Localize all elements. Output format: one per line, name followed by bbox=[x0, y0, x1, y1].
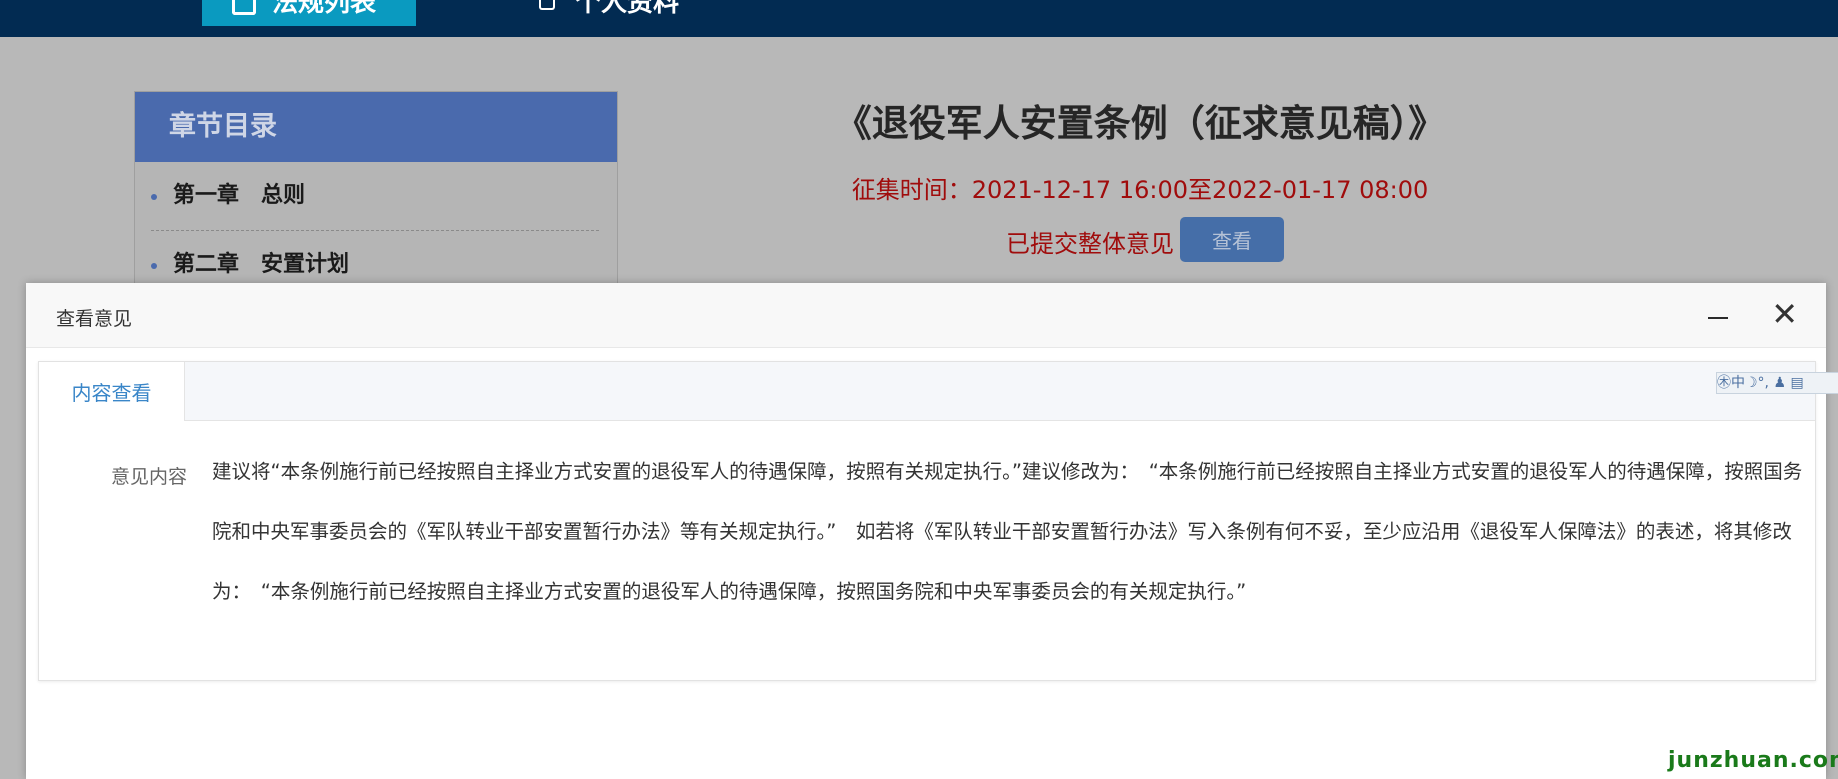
close-icon[interactable]: ✕ bbox=[1771, 297, 1798, 331]
tab-content-view[interactable]: 内容查看 bbox=[39, 362, 185, 421]
collection-time: 征集时间：2021-12-17 16:00至2022-01-17 08:00 bbox=[851, 176, 1429, 204]
dialog-header: 查看意见 ✕ bbox=[26, 283, 1826, 348]
tab-bar: 内容查看 bbox=[39, 362, 1815, 421]
site-watermark: junzhuan.com bbox=[1668, 748, 1838, 773]
dialog-title: 查看意见 bbox=[56, 308, 133, 330]
document-title: 《退役军人安置条例（征求意见稿）》 bbox=[834, 102, 1446, 145]
toc-item-label: 第二章 安置计划 bbox=[173, 252, 350, 277]
toc-heading: 章节目录 bbox=[135, 92, 617, 162]
top-nav: 法规列表 个人资料 bbox=[0, 0, 1838, 37]
content-panel: 内容查看 意见内容 建议将“本条例施行前已经按照自主择业方式安置的退役军人的待遇… bbox=[38, 361, 1816, 681]
toc-item-chapter-1[interactable]: 第一章 总则 bbox=[151, 162, 599, 231]
profile-icon bbox=[539, 0, 555, 10]
opinion-content: 建议将“本条例施行前已经按照自主择业方式安置的退役军人的待遇保障，按照有关规定执… bbox=[212, 460, 1803, 603]
bullet-icon bbox=[151, 263, 157, 269]
nav-item-label: 法规列表 bbox=[272, 0, 377, 18]
opinion-label: 意见内容 bbox=[111, 466, 188, 488]
minimize-icon[interactable] bbox=[1708, 317, 1728, 319]
submitted-status: 已提交整体意见 bbox=[1006, 230, 1174, 258]
nav-item-profile[interactable]: 个人资料 bbox=[535, 0, 735, 26]
view-opinion-button[interactable]: 查看 bbox=[1180, 217, 1284, 262]
bullet-icon bbox=[151, 194, 157, 200]
list-icon bbox=[232, 0, 256, 15]
toc-item-label: 第一章 总则 bbox=[173, 183, 306, 208]
nav-item-regulations[interactable]: 法规列表 bbox=[202, 0, 416, 26]
view-opinion-dialog: 查看意见 ✕ 内容查看 意见内容 建议将“本条例施行前已经按照自主择业方式安置的… bbox=[26, 283, 1826, 779]
ime-toolbar[interactable]: ㊍中☽°, ♟ ▤ bbox=[1716, 372, 1838, 394]
nav-item-label: 个人资料 bbox=[575, 0, 680, 18]
chapter-toc: 章节目录 第一章 总则 第二章 安置计划 bbox=[134, 91, 618, 293]
